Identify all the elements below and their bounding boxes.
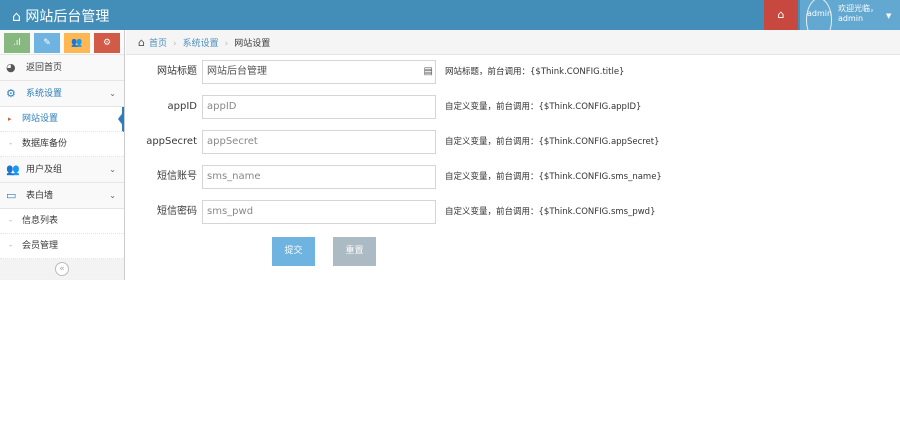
field-hint: 网站标题，前台调用：{$Think.CONFIG.title} <box>445 67 625 77</box>
field-label: appID <box>167 101 197 112</box>
sms-pwd-input[interactable]: sms_pwd <box>202 200 436 224</box>
field-hint: 自定义变量，前台调用：{$Think.CONFIG.appID} <box>445 102 642 112</box>
brand[interactable]: ⌂ 网站后台管理 <box>12 6 109 26</box>
appsecret-input[interactable]: appSecret <box>202 130 436 154</box>
sidebar-subitem-members[interactable]: - 会员管理 <box>0 234 124 259</box>
pencil-icon[interactable]: ✎ <box>34 33 60 53</box>
form-row-appid: appID appID 自定义变量，前台调用：{$Think.CONFIG.appI… <box>126 95 896 119</box>
site-title-input[interactable]: 网站后台管理 ▤ <box>202 60 436 84</box>
home-button[interactable]: ⌂ <box>764 0 798 30</box>
dash-icon: - <box>9 241 13 251</box>
field-hint: 自定义变量，前台调用：{$Think.CONFIG.sms_pwd} <box>445 207 656 217</box>
cogs-icon[interactable]: ⚙ <box>94 33 120 53</box>
sidebar: .ıl ✎ 👥 ⚙ ◕ 返回首页 ⚙ 系统设置 ⌄ ▸ 网站设置 - 数据库备份 👥 用户及… <box>0 30 125 280</box>
sidebar-item-settings[interactable]: ⚙ 系统设置 ⌄ <box>0 81 124 107</box>
field-hint: 自定义变量，前台调用：{$Think.CONFIG.appSecret} <box>445 137 660 147</box>
form-row-title: 网站标题 网站后台管理 ▤ 网站标题，前台调用：{$Think.CONFIG.titl… <box>126 60 896 84</box>
sidebar-subitem-label: 信息列表 <box>22 216 59 226</box>
users-icon: 👥 <box>6 163 20 176</box>
input-placeholder: sms_pwd <box>207 206 254 217</box>
form-row-sms-pwd: 短信密码 sms_pwd 自定义变量，前台调用：{$Think.CONFIG.sms… <box>126 200 896 224</box>
sidebar-item-wall[interactable]: ▭ 表白墙 ⌄ <box>0 183 124 209</box>
sidebar-subitem-label: 网站设置 <box>22 114 59 124</box>
sidebar-item-label: 系统设置 <box>26 89 63 99</box>
field-hint: 自定义变量，前台调用：{$Think.CONFIG.sms_name} <box>445 172 662 182</box>
input-placeholder: appID <box>207 101 237 112</box>
dash-icon: - <box>9 216 13 226</box>
caret-right-icon: ▸ <box>8 115 12 123</box>
home-icon: ⌂ <box>777 8 785 21</box>
field-label: 短信密码 <box>157 206 197 217</box>
appid-input[interactable]: appID <box>202 95 436 119</box>
sidebar-collapse[interactable]: « <box>0 259 124 279</box>
breadcrumb-home[interactable]: 首页 <box>149 39 167 49</box>
breadcrumb: ⌂ 首页 › 系统设置 › 网站设置 <box>126 30 900 55</box>
chevron-down-icon: ⌄ <box>109 191 116 200</box>
sidebar-item-label: 用户及组 <box>26 165 63 175</box>
input-placeholder: sms_name <box>207 171 261 182</box>
welcome-text: 欢迎光临， admin <box>838 4 878 24</box>
field-label: 短信账号 <box>157 171 197 182</box>
form-row-appsecret: appSecret appSecret 自定义变量，前台调用：{$Think.CON… <box>126 130 896 154</box>
sidebar-item-label: 返回首页 <box>26 63 63 73</box>
sidebar-subitem-label: 数据库备份 <box>22 139 68 149</box>
sidebar-subitem-db-backup[interactable]: - 数据库备份 <box>0 132 124 157</box>
dash-icon: - <box>9 139 13 149</box>
brand-title: 网站后台管理 <box>25 9 110 25</box>
welcome-label: 欢迎光临， <box>838 4 878 13</box>
form-row-sms-name: 短信账号 sms_name 自定义变量，前台调用：{$Think.CONFIG.sm… <box>126 165 896 189</box>
field-label: 网站标题 <box>157 66 197 77</box>
shortcuts: .ıl ✎ 👥 ⚙ <box>0 30 124 55</box>
sidebar-item-users[interactable]: 👥 用户及组 ⌄ <box>0 157 124 183</box>
breadcrumb-separator: › <box>224 39 229 49</box>
signal-icon[interactable]: .ıl <box>4 33 30 53</box>
username: admin <box>838 14 864 23</box>
sidebar-item-home[interactable]: ◕ 返回首页 <box>0 55 124 81</box>
navbar: ⌂ 网站后台管理 ⌂ admin 欢迎光临， admin ▼ <box>0 0 900 42</box>
caret-down-icon: ▼ <box>886 12 892 20</box>
sidebar-subitem-info-list[interactable]: - 信息列表 <box>0 209 124 234</box>
reset-button[interactable]: 重置 <box>333 237 376 266</box>
breadcrumb-separator: › <box>173 39 177 49</box>
input-placeholder: appSecret <box>207 136 258 147</box>
sidebar-subitem-site-settings[interactable]: ▸ 网站设置 <box>0 107 124 132</box>
submit-button[interactable]: 提交 <box>272 237 315 266</box>
home-icon: ⌂ <box>12 9 21 25</box>
breadcrumb-system-settings[interactable]: 系统设置 <box>183 39 219 49</box>
user-menu[interactable]: admin 欢迎光临， admin ▼ <box>800 0 900 42</box>
chevron-down-icon: ⌄ <box>109 89 116 98</box>
card-icon: ▤ <box>423 66 433 77</box>
users-icon[interactable]: 👥 <box>64 33 90 53</box>
desktop-icon: ▭ <box>6 189 17 202</box>
sms-name-input[interactable]: sms_name <box>202 165 436 189</box>
sidebar-subitem-label: 会员管理 <box>22 241 59 251</box>
chevron-down-icon: ⌄ <box>109 165 116 174</box>
home-icon: ⌂ <box>138 36 145 49</box>
dashboard-icon: ◕ <box>6 61 16 74</box>
double-angle-left-icon: « <box>55 262 69 276</box>
breadcrumb-current: 网站设置 <box>234 39 271 49</box>
sidebar-item-label: 表白墙 <box>26 191 54 201</box>
gear-icon: ⚙ <box>6 87 16 100</box>
input-value: 网站后台管理 <box>207 66 267 77</box>
field-label: appSecret <box>146 136 197 147</box>
